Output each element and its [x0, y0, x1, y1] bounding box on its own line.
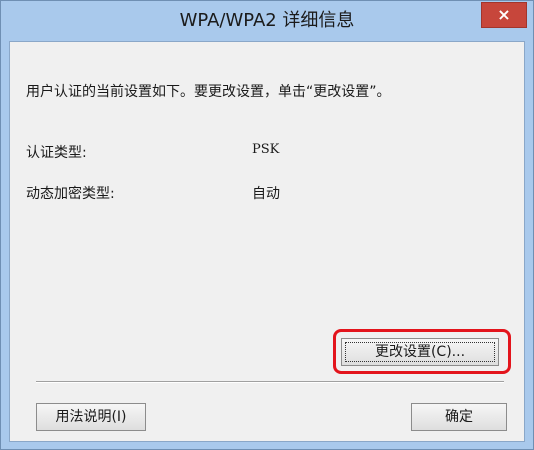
focus-rectangle — [345, 342, 495, 362]
auth-type-value: PSK — [252, 142, 280, 157]
instruction-text: 用户认证的当前设置如下。要更改设置，单击“更改设置”。 — [26, 84, 391, 100]
dialog-content: 用户认证的当前设置如下。要更改设置，单击“更改设置”。 认证类型: PSK 动态… — [9, 41, 525, 442]
dialog-window: WPA/WPA2 详细信息 × 用户认证的当前设置如下。要更改设置，单击“更改设… — [0, 0, 534, 450]
help-button[interactable]: 用法说明(I) — [36, 403, 146, 431]
ok-label: 确定 — [445, 409, 473, 425]
close-button[interactable]: × — [481, 2, 527, 28]
auth-type-label: 认证类型: — [26, 145, 87, 161]
change-settings-button[interactable]: 更改设置(C)... — [341, 338, 499, 366]
encryption-type-value: 自动 — [252, 186, 280, 202]
window-title: WPA/WPA2 详细信息 — [179, 10, 355, 31]
separator — [36, 381, 504, 383]
help-label: 用法说明(I) — [55, 409, 127, 425]
encryption-type-label: 动态加密类型: — [26, 186, 115, 202]
ok-button[interactable]: 确定 — [411, 403, 507, 431]
close-icon: × — [497, 5, 511, 24]
title-bar[interactable]: WPA/WPA2 详细信息 × — [1, 1, 533, 41]
